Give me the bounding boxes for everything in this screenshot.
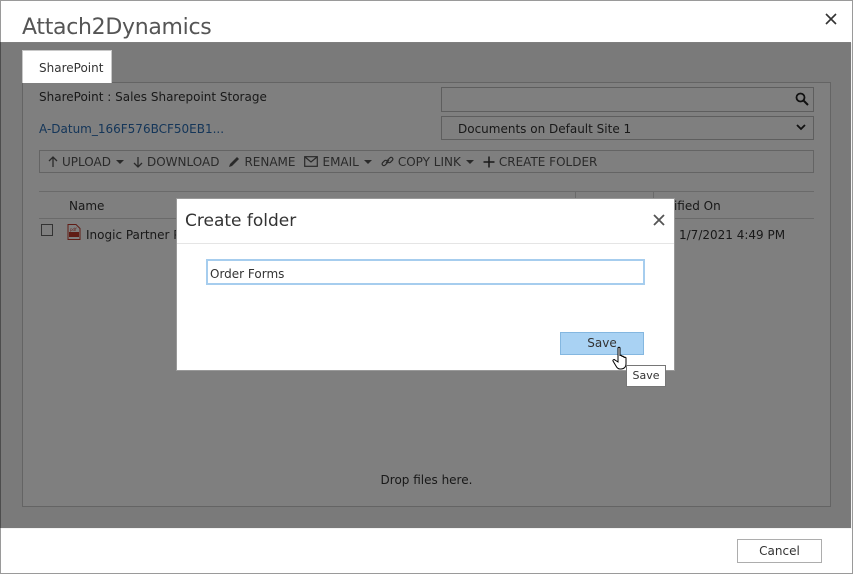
dialog-footer (1, 529, 852, 573)
close-icon[interactable] (653, 214, 665, 226)
cancel-button[interactable]: Cancel (737, 539, 822, 563)
save-tooltip: Save (626, 365, 666, 387)
save-button[interactable]: Save (560, 332, 644, 355)
dialog-title: Create folder (185, 211, 297, 231)
tab-label: SharePoint (39, 61, 104, 75)
tab-sharepoint[interactable]: SharePoint (22, 50, 112, 83)
close-icon[interactable] (823, 11, 839, 27)
window-title: Attach2Dynamics (22, 15, 212, 40)
create-folder-dialog: Create folder Save (176, 198, 675, 371)
folder-name-input[interactable] (206, 259, 645, 285)
dialog-divider (177, 243, 674, 244)
